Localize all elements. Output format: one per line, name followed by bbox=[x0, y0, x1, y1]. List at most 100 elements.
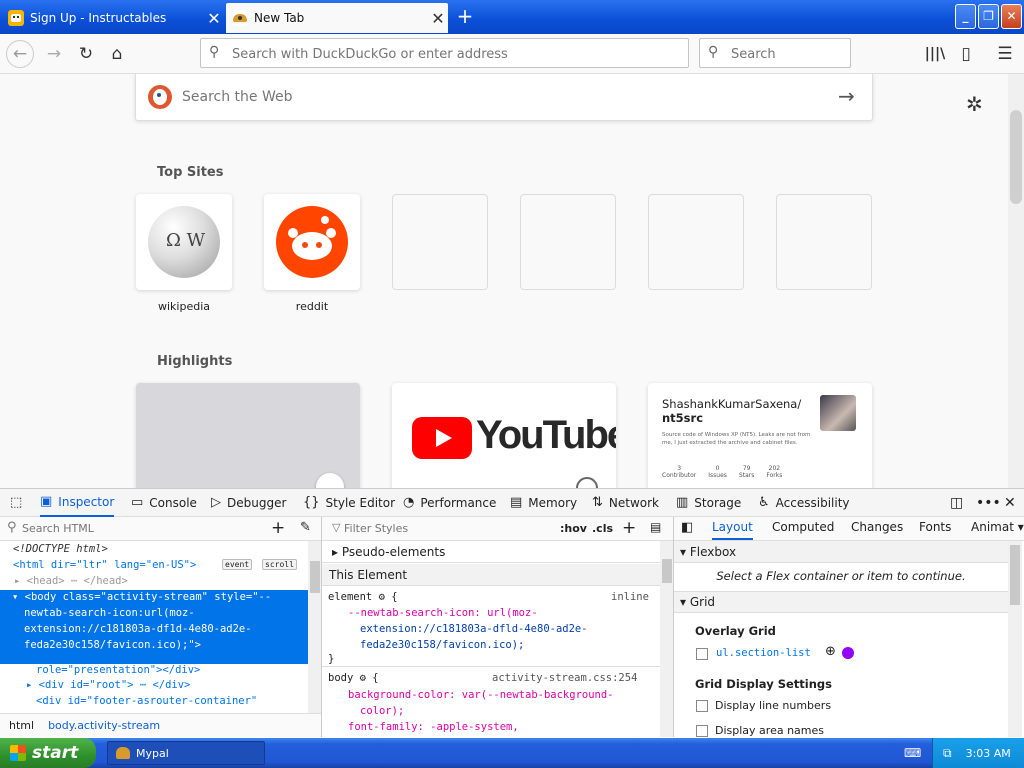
pseudo-elements-toggle[interactable]: ▸ Pseudo-elements bbox=[322, 541, 660, 563]
top-site-reddit[interactable] bbox=[264, 194, 360, 290]
tab-layout[interactable]: Layout bbox=[712, 520, 753, 540]
network-tray-icon[interactable]: ⧉ bbox=[943, 746, 952, 761]
new-tab-plus-icon[interactable]: + bbox=[452, 6, 478, 28]
tab-title: Sign Up - Instructables bbox=[30, 11, 167, 25]
scrollbar-thumb[interactable] bbox=[1010, 110, 1022, 204]
cls-toggle[interactable]: .cls bbox=[592, 522, 613, 535]
add-rule-icon[interactable]: + bbox=[622, 518, 636, 538]
body-node[interactable]: ▾ <body class="activity-stream" style="-… bbox=[12, 591, 271, 603]
hov-toggle[interactable]: :hov bbox=[560, 522, 587, 535]
grid-color-swatch[interactable] bbox=[842, 647, 854, 659]
tab-accessibility[interactable]: ♿ Accessibility bbox=[758, 489, 850, 517]
rule-source[interactable]: activity-stream.css:254 bbox=[492, 672, 637, 684]
minimize-window-button[interactable]: _ bbox=[955, 4, 976, 29]
layout-scrollbar[interactable] bbox=[1008, 541, 1022, 737]
declaration[interactable]: background-color: var(--newtab-backgroun… bbox=[348, 689, 614, 701]
more-options-icon[interactable]: ••• bbox=[976, 489, 1001, 517]
close-tab-icon[interactable]: ✕ bbox=[428, 9, 448, 28]
top-site-label: wikipedia bbox=[157, 300, 210, 313]
tab-storage[interactable]: ▥ Storage bbox=[676, 489, 741, 517]
start-button[interactable]: start bbox=[0, 738, 96, 768]
markup-scrollbar[interactable] bbox=[308, 541, 321, 713]
node-text: <body class="activity-stream" style="-- bbox=[24, 591, 272, 603]
close-devtools-icon[interactable]: ✕ bbox=[1004, 489, 1016, 517]
footer-asrouter-node[interactable]: <div id="footer-asrouter-container" bbox=[36, 695, 257, 707]
root-node[interactable]: ▸ <div id="root"> ⋯ </div> bbox=[26, 679, 190, 691]
tab-new-tab[interactable]: New Tab ✕ bbox=[226, 3, 448, 33]
breadcrumb-item[interactable]: html bbox=[9, 719, 34, 732]
menu-hamburger-icon[interactable]: ☰ bbox=[991, 40, 1019, 68]
close-window-button[interactable]: ✕ bbox=[1001, 4, 1022, 29]
top-site-wikipedia[interactable]: Ω W bbox=[136, 194, 232, 290]
top-site-empty[interactable] bbox=[776, 194, 872, 290]
highlight-card-github[interactable]: ShashankKumarSaxena/ nt5src Source code … bbox=[648, 383, 872, 488]
reload-icon[interactable]: ↻ bbox=[72, 40, 100, 68]
declaration[interactable]: --newtab-search-icon: url(moz- bbox=[348, 607, 538, 619]
tab-network[interactable]: ⇅ Network bbox=[592, 489, 659, 517]
tab-computed[interactable]: Computed bbox=[772, 520, 834, 534]
tab-debugger[interactable]: ▷ Debugger bbox=[211, 489, 286, 517]
tab-console[interactable]: ▭ Console bbox=[131, 489, 197, 517]
library-icon[interactable]: |||\ bbox=[921, 40, 949, 68]
scroll-badge[interactable]: scroll bbox=[262, 559, 297, 570]
search-go-arrow-icon[interactable]: → bbox=[838, 84, 855, 108]
tab-changes[interactable]: Changes bbox=[851, 520, 903, 534]
tab-sign-up-instructables[interactable]: Sign Up - Instructables ✕ bbox=[2, 3, 224, 33]
youtube-play-icon bbox=[412, 417, 472, 459]
highlight-card-youtube[interactable]: YouTube bbox=[392, 383, 616, 488]
keyboard-icon[interactable]: ⌨ bbox=[904, 746, 921, 760]
github-stats: 3 Contributor 0 Issues 79 Stars 202 Forks bbox=[662, 465, 782, 479]
home-icon[interactable]: ⌂ bbox=[103, 40, 131, 68]
element-picker-icon[interactable]: ⬚ bbox=[10, 489, 28, 517]
rule-source[interactable]: inline bbox=[611, 591, 649, 603]
dock-icon[interactable]: ◫ bbox=[950, 489, 963, 517]
breadcrumb-item[interactable]: body.activity-stream bbox=[48, 719, 160, 732]
line-numbers-checkbox[interactable] bbox=[696, 700, 708, 712]
print-simulation-icon[interactable]: ▤ bbox=[650, 520, 661, 534]
html-node[interactable]: <html dir="ltr" lang="en-US"> bbox=[13, 559, 196, 571]
toggle-sidebar-icon[interactable]: ◧ bbox=[681, 520, 693, 535]
grid-header[interactable]: ▾ Grid bbox=[674, 591, 1008, 613]
tab-performance[interactable]: ◔ Performance bbox=[403, 489, 496, 517]
tab-animations[interactable]: Animat ▾ bbox=[971, 520, 1024, 534]
web-search-box[interactable]: Search the Web → bbox=[135, 74, 873, 121]
restore-window-button[interactable]: ❐ bbox=[978, 4, 999, 29]
top-sites-title: Top Sites bbox=[157, 165, 224, 180]
search-input[interactable] bbox=[731, 45, 841, 63]
rules-scrollbar[interactable] bbox=[660, 541, 673, 737]
page-scrollbar[interactable] bbox=[1008, 74, 1024, 488]
head-node[interactable]: ▸ <head> ⋯ </head> bbox=[14, 575, 128, 587]
clock[interactable]: 3:03 AM bbox=[966, 747, 1011, 760]
search-bar[interactable]: ⚲ bbox=[699, 38, 851, 68]
sidebar-icon[interactable]: ▯ bbox=[952, 40, 980, 68]
tab-memory[interactable]: ▤ Memory bbox=[510, 489, 577, 517]
back-arrow-icon[interactable]: ← bbox=[6, 40, 34, 68]
close-tab-icon[interactable]: ✕ bbox=[204, 9, 224, 28]
flexbox-header[interactable]: ▾ Flexbox bbox=[674, 541, 1008, 563]
tab-inspector[interactable]: ▣ Inspector bbox=[40, 489, 115, 517]
add-node-icon[interactable]: + bbox=[271, 518, 285, 538]
highlight-node-icon[interactable]: ⊕ bbox=[825, 644, 836, 659]
area-names-checkbox[interactable] bbox=[696, 725, 708, 737]
taskbar-item-mypal[interactable]: Mypal bbox=[107, 741, 265, 765]
header-asrouter-node[interactable]: <div id="header-asrouter-container" bbox=[36, 649, 257, 661]
url-input[interactable] bbox=[232, 45, 672, 63]
filter-styles-input[interactable] bbox=[344, 522, 534, 535]
top-site-empty[interactable] bbox=[648, 194, 744, 290]
doctype-node[interactable]: <!DOCTYPE html> bbox=[13, 543, 108, 555]
highlight-card-blank[interactable] bbox=[136, 383, 360, 488]
stat-label: Forks bbox=[766, 472, 783, 479]
top-site-empty[interactable] bbox=[392, 194, 488, 290]
tab-fonts[interactable]: Fonts bbox=[919, 520, 951, 534]
forward-arrow-icon[interactable]: → bbox=[40, 40, 68, 68]
top-site-empty[interactable] bbox=[520, 194, 616, 290]
eyedropper-icon[interactable]: ✎ bbox=[300, 520, 311, 535]
url-bar[interactable]: ⚲ bbox=[200, 38, 689, 68]
tab-style-editor[interactable]: {} Style Editor bbox=[303, 489, 395, 517]
event-badge[interactable]: event bbox=[222, 559, 253, 570]
settings-gear-icon[interactable]: ✲ bbox=[966, 92, 983, 116]
search-html-input[interactable] bbox=[22, 522, 252, 535]
tab-strip: Sign Up - Instructables ✕ New Tab ✕ + _ … bbox=[0, 0, 1024, 34]
grid-overlay-checkbox[interactable] bbox=[696, 648, 708, 660]
declaration[interactable]: font-family: -apple-system, bbox=[348, 721, 519, 733]
